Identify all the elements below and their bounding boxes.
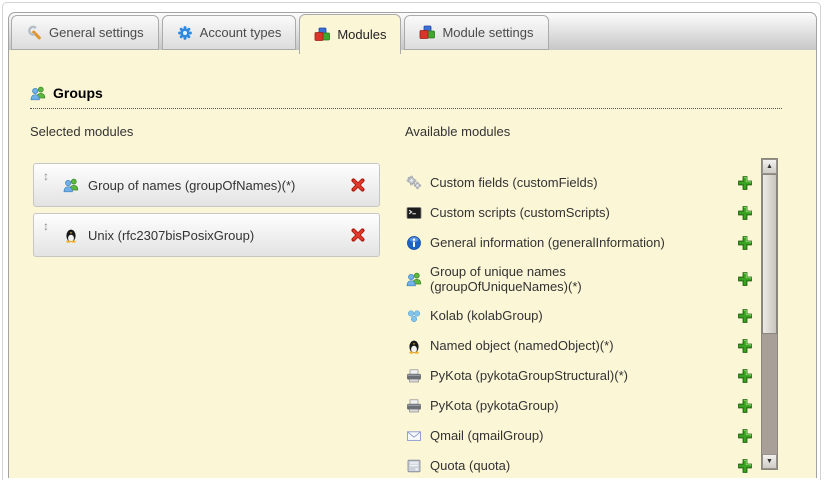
available-module-label: Custom scripts (customScripts) — [430, 205, 610, 220]
add-button[interactable] — [737, 271, 753, 287]
available-module-row: Named object (namedObject)(*) — [406, 331, 753, 361]
add-button[interactable] — [737, 205, 753, 221]
disk-icon — [406, 458, 422, 474]
available-module-label: Custom fields (customFields) — [430, 175, 598, 190]
group-icon — [406, 271, 422, 287]
scroll-down-button[interactable]: ▼ — [762, 454, 777, 469]
tab-bar: General settings Account types Modules M… — [8, 12, 817, 50]
add-button[interactable] — [737, 175, 753, 191]
available-module-row: Quota (quota) — [406, 451, 753, 481]
kolab-icon — [406, 308, 422, 324]
available-module-row: PyKota (pykotaGroupStructural)(*) — [406, 361, 753, 391]
group-icon — [63, 177, 79, 193]
add-button[interactable] — [737, 235, 753, 251]
selected-modules-list: ↕ Group of names (groupOfNames)(*) ↕ Uni… — [33, 163, 380, 257]
remove-button[interactable] — [350, 227, 366, 243]
available-module-row: Custom scripts (customScripts) — [406, 198, 753, 228]
selected-module-label: Group of names (groupOfNames)(*) — [88, 178, 295, 193]
add-button[interactable] — [737, 428, 753, 444]
available-module-row: Qmail (qmailGroup) — [406, 421, 753, 451]
available-modules-label: Available modules — [405, 124, 510, 139]
terminal-icon — [406, 205, 422, 221]
tab-general-settings[interactable]: General settings — [11, 15, 159, 50]
section-title-groups: Groups — [30, 85, 782, 109]
available-modules-list: Custom fields (customFields) Custom scri… — [406, 168, 753, 481]
drag-handle-icon[interactable]: ↕ — [43, 220, 49, 232]
available-module-label: Named object (namedObject)(*) — [430, 338, 614, 353]
printer-icon — [406, 368, 422, 384]
tab-label: Module settings — [442, 25, 533, 40]
scroll-thumb[interactable] — [762, 174, 777, 334]
available-module-row: Kolab (kolabGroup) — [406, 301, 753, 331]
gear-icon — [177, 25, 193, 41]
tab-modules[interactable]: Modules — [299, 14, 401, 54]
section-title-text: Groups — [53, 85, 103, 101]
tab-label: General settings — [49, 25, 144, 40]
cubes-icon — [419, 25, 435, 41]
group-icon — [30, 85, 46, 101]
available-module-label: Qmail (qmailGroup) — [430, 428, 543, 443]
scroll-up-button[interactable]: ▲ — [762, 159, 777, 174]
gears-icon — [406, 175, 422, 191]
remove-button[interactable] — [350, 177, 366, 193]
available-module-row: Custom fields (customFields) — [406, 168, 753, 198]
add-button[interactable] — [737, 458, 753, 474]
selected-modules-label: Selected modules — [30, 124, 133, 139]
tab-label: Account types — [200, 25, 282, 40]
available-module-label: Quota (quota) — [430, 458, 510, 473]
available-module-row: General information (generalInformation) — [406, 228, 753, 258]
drag-handle-icon[interactable]: ↕ — [43, 170, 49, 182]
add-button[interactable] — [737, 308, 753, 324]
available-module-row: Group of unique names (groupOfUniqueName… — [406, 258, 753, 301]
selected-module-label: Unix (rfc2307bisPosixGroup) — [88, 228, 254, 243]
tux-icon — [63, 227, 79, 243]
tab-account-types[interactable]: Account types — [162, 15, 297, 50]
printer-icon — [406, 398, 422, 414]
available-module-label: Kolab (kolabGroup) — [430, 308, 543, 323]
tab-module-settings[interactable]: Module settings — [404, 15, 548, 50]
available-module-label: PyKota (pykotaGroup) — [430, 398, 559, 413]
available-module-label: PyKota (pykotaGroupStructural)(*) — [430, 368, 628, 383]
add-button[interactable] — [737, 338, 753, 354]
available-module-row: PyKota (pykotaGroup) — [406, 391, 753, 421]
add-button[interactable] — [737, 398, 753, 414]
cubes-icon — [314, 27, 330, 43]
wrench-icon — [26, 25, 42, 41]
envelope-icon — [406, 428, 422, 444]
selected-module-row[interactable]: ↕ Unix (rfc2307bisPosixGroup) — [33, 213, 380, 257]
available-module-label: Group of unique names (groupOfUniqueName… — [430, 264, 702, 295]
available-modules-scrollbar[interactable]: ▲ ▼ — [761, 158, 778, 470]
info-icon — [406, 235, 422, 251]
selected-module-row[interactable]: ↕ Group of names (groupOfNames)(*) — [33, 163, 380, 207]
tux-icon — [406, 338, 422, 354]
tab-label: Modules — [337, 27, 386, 42]
add-button[interactable] — [737, 368, 753, 384]
available-module-label: General information (generalInformation) — [430, 235, 665, 250]
